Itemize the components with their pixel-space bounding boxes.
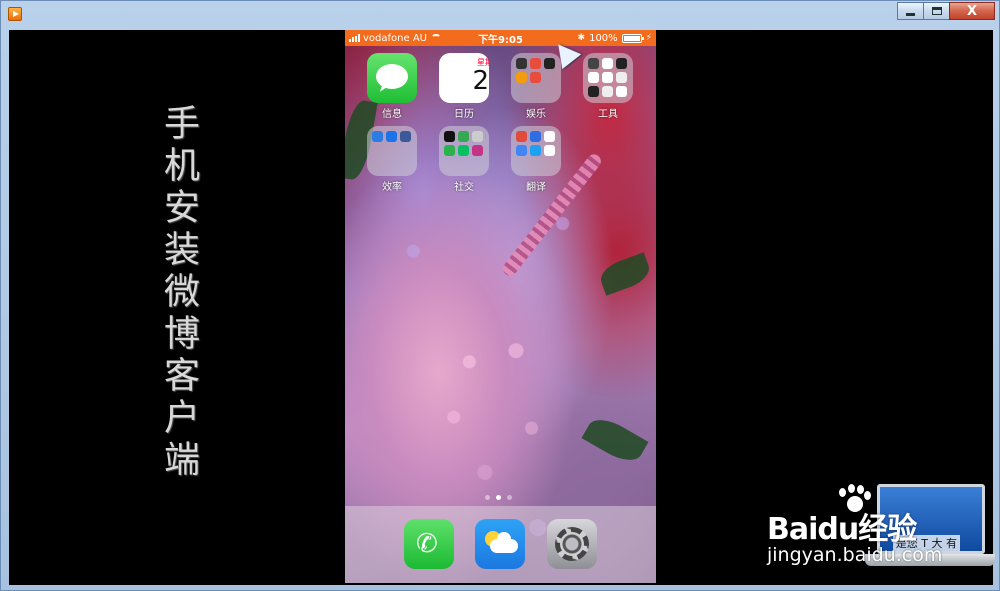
maximize-button[interactable] [923,2,950,20]
close-button[interactable]: X [949,2,995,20]
status-right: ✱ 100% ⚡ [578,33,652,44]
app-label: 娱乐 [526,109,546,120]
dock-app-settings[interactable] [542,519,602,569]
baidu-logo: Baidu经验 [767,512,917,547]
watermark-url: jingyan.baidu.com [767,544,943,566]
minimize-icon [906,12,915,16]
app-label: 工具 [598,109,618,120]
battery-icon [621,33,644,43]
calendar-icon: 星期六 28 [439,53,489,103]
title-bar[interactable]: X [1,1,1000,29]
page-dot-current [496,495,501,500]
bluetooth-icon: ✱ [577,33,586,43]
app-label: 翻译 [526,182,546,193]
folder-tools[interactable]: 工具 [578,53,638,120]
signal-icon [349,34,360,42]
folder-translate[interactable]: 翻译 [506,126,566,193]
folder-icon [367,126,417,176]
status-time: 下午9:05 [478,34,523,46]
carrier-label: vodafone AU [363,32,427,44]
player-app-icon[interactable] [8,7,22,21]
status-bar: vodafone AU 下午9:05 ✱ 100% ⚡ [345,30,656,46]
app-label: 日历 [454,109,474,120]
settings-icon [547,519,597,569]
folder-social[interactable]: 社交 [434,126,494,193]
folder-icon [511,126,561,176]
dock: ✆ [345,506,656,583]
battery-percent: 100% [589,32,618,44]
folder-productivity[interactable]: 效率 [362,126,422,193]
minimize-button[interactable] [897,2,924,20]
weather-icon [475,519,525,569]
messages-icon [367,53,417,103]
charging-icon: ⚡ [645,33,652,43]
folder-icon [439,126,489,176]
app-label: 社交 [454,182,474,193]
app-messages[interactable]: 信息 [362,53,422,120]
page-dot [485,495,490,500]
page-indicator[interactable] [485,495,512,500]
dock-app-weather[interactable] [470,519,530,569]
app-calendar[interactable]: 星期六 28 日历 [434,53,494,120]
folder-icon [583,53,633,103]
page-dot [507,495,512,500]
folder-icon [511,53,561,103]
app-label: 信息 [382,109,402,120]
calendar-date: 28 [472,66,489,96]
vertical-caption: 手机安装微博客户端 [158,104,199,482]
close-icon: X [966,3,978,19]
baidu-jingyan-watermark: 是您 T 大 有 Baidu经验 jingyan.baidu.com [765,482,995,582]
window-controls: X [897,2,995,20]
app-label: 效率 [382,182,402,193]
phone-screen: vodafone AU 下午9:05 ✱ 100% ⚡ 信息 星期六 28 [345,30,656,583]
maximize-icon [931,7,942,15]
phone-icon: ✆ [404,519,454,569]
dock-app-phone[interactable]: ✆ [399,519,459,569]
wifi-icon [430,34,441,42]
